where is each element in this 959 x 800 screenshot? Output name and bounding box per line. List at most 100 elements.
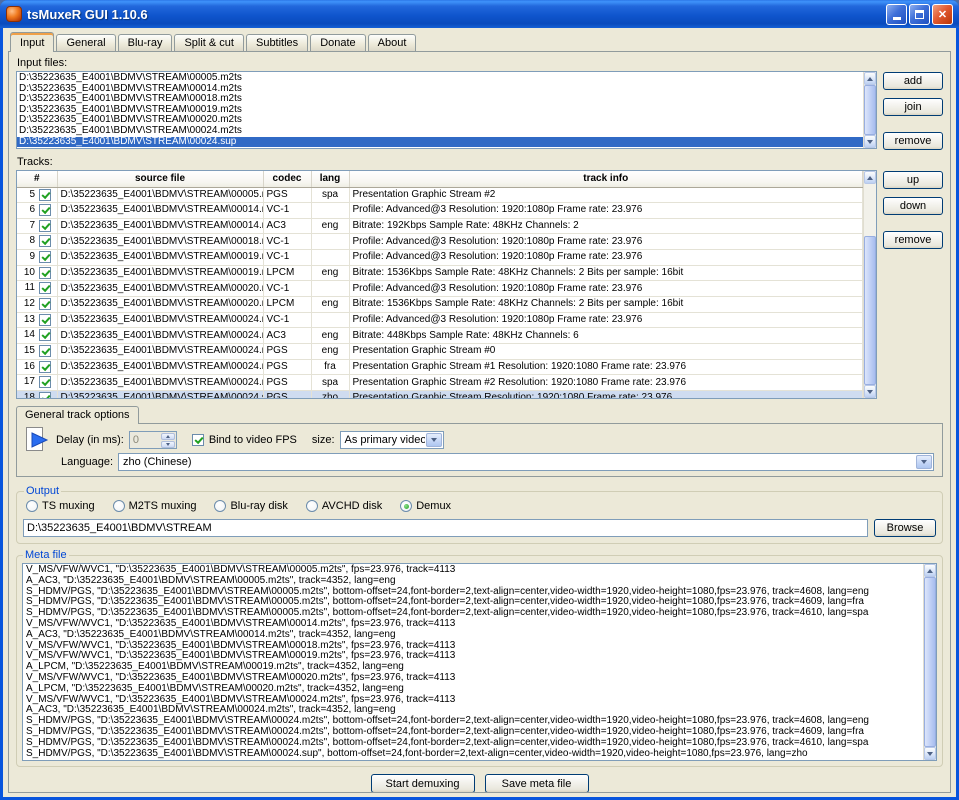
scroll-up-button[interactable]: [864, 171, 876, 184]
tracks-column-header-lang[interactable]: lang: [311, 171, 349, 187]
scrollbar-track[interactable]: [864, 184, 876, 385]
track-row[interactable]: 12D:\35223635_E4001\BDMV\STREAM\00020.m2…: [17, 296, 863, 312]
output-mode-demux[interactable]: Demux: [400, 500, 451, 512]
track-enabled-checkbox[interactable]: [39, 314, 51, 326]
track-row[interactable]: 17D:\35223635_E4001\BDMV\STREAM\00024.m2…: [17, 375, 863, 391]
combo-dropdown-button[interactable]: [916, 455, 932, 469]
track-enabled-checkbox[interactable]: [39, 282, 51, 294]
track-num-cell: 10: [17, 265, 57, 281]
scroll-down-button[interactable]: [864, 135, 876, 148]
output-path-input[interactable]: [23, 519, 868, 537]
track-down-button[interactable]: down: [883, 197, 943, 215]
scroll-up-button[interactable]: [864, 72, 876, 85]
tracks-column-header-[interactable]: #: [17, 171, 57, 187]
track-enabled-checkbox[interactable]: [39, 267, 51, 279]
meta-scrollbar[interactable]: [923, 564, 936, 760]
output-mode-blu-ray-disk[interactable]: Blu-ray disk: [214, 500, 287, 512]
input-tab-page: Input files: D:\35223635_E4001\BDMV\STRE…: [8, 51, 951, 793]
track-enabled-checkbox[interactable]: [39, 220, 51, 232]
track-enabled-checkbox[interactable]: [39, 251, 51, 263]
size-combo[interactable]: As primary video: [340, 431, 444, 449]
tracks-scrollbar[interactable]: [863, 171, 876, 398]
input-file-item[interactable]: D:\35223635_E4001\BDMV\STREAM\00020.m2ts: [17, 115, 863, 126]
language-combo[interactable]: zho (Chinese): [118, 453, 934, 471]
input-file-item[interactable]: D:\35223635_E4001\BDMV\STREAM\00019.m2ts: [17, 105, 863, 116]
chevron-down-icon: [921, 460, 927, 464]
arrow-down-icon: [166, 443, 170, 446]
output-mode-avchd-disk[interactable]: AVCHD disk: [306, 500, 382, 512]
track-row[interactable]: 13D:\35223635_E4001\BDMV\STREAM\00024.m2…: [17, 312, 863, 328]
output-mode-ts-muxing[interactable]: TS muxing: [26, 500, 95, 512]
scrollbar-thumb[interactable]: [924, 577, 936, 747]
browse-button[interactable]: Browse: [874, 519, 936, 537]
input-files-scrollbar[interactable]: [863, 72, 876, 148]
scrollbar-track[interactable]: [924, 577, 936, 747]
track-options-panel: Delay (in ms): 0 Bind to video FPS size:…: [16, 423, 943, 477]
track-row[interactable]: 5D:\35223635_E4001\BDMV\STREAM\00005.m2t…: [17, 187, 863, 203]
close-button[interactable]: ✕: [932, 4, 953, 25]
track-enabled-checkbox[interactable]: [39, 204, 51, 216]
spin-up-button[interactable]: [161, 433, 175, 440]
track-row[interactable]: 10D:\35223635_E4001\BDMV\STREAM\00019.m2…: [17, 265, 863, 281]
scrollbar-thumb[interactable]: [864, 85, 876, 135]
track-up-button[interactable]: up: [883, 171, 943, 189]
track-row[interactable]: 11D:\35223635_E4001\BDMV\STREAM\00020.m2…: [17, 281, 863, 297]
tab-input[interactable]: Input: [10, 32, 54, 52]
tracks-column-header-track-info[interactable]: track info: [349, 171, 863, 187]
start-demuxing-button[interactable]: Start demuxing: [371, 774, 475, 793]
track-row[interactable]: 7D:\35223635_E4001\BDMV\STREAM\00014.m2t…: [17, 218, 863, 234]
delay-spinner[interactable]: 0: [129, 431, 177, 449]
track-row[interactable]: 6D:\35223635_E4001\BDMV\STREAM\00014.m2t…: [17, 203, 863, 219]
track-row[interactable]: 15D:\35223635_E4001\BDMV\STREAM\00024.m2…: [17, 343, 863, 359]
tracks-column-header-codec[interactable]: codec: [263, 171, 311, 187]
input-file-item[interactable]: D:\35223635_E4001\BDMV\STREAM\00014.m2ts: [17, 84, 863, 95]
track-row[interactable]: 18D:\35223635_E4001\BDMV\STREAM\00024.su…: [17, 390, 863, 399]
spinner-buttons[interactable]: [161, 432, 176, 448]
track-enabled-checkbox[interactable]: [39, 392, 51, 399]
input-file-item[interactable]: D:\35223635_E4001\BDMV\STREAM\00024.m2ts: [17, 126, 863, 137]
input-file-item[interactable]: D:\35223635_E4001\BDMV\STREAM\00018.m2ts: [17, 94, 863, 105]
scrollbar-track[interactable]: [864, 85, 876, 135]
tab-about[interactable]: About: [368, 34, 417, 51]
track-enabled-checkbox[interactable]: [39, 298, 51, 310]
track-row[interactable]: 14D:\35223635_E4001\BDMV\STREAM\00024.m2…: [17, 328, 863, 344]
general-track-options-tab[interactable]: General track options: [16, 406, 139, 424]
input-file-item[interactable]: D:\35223635_E4001\BDMV\STREAM\00005.m2ts: [17, 73, 863, 84]
track-enabled-checkbox[interactable]: [39, 376, 51, 388]
add-button[interactable]: add: [883, 72, 943, 90]
join-button[interactable]: join: [883, 98, 943, 116]
tab-split-cut[interactable]: Split & cut: [174, 34, 244, 51]
minimize-button[interactable]: [886, 4, 907, 25]
tab-subtitles[interactable]: Subtitles: [246, 34, 308, 51]
meta-file-group: Meta file V_MS/VFW/WVC1, "D:\35223635_E4…: [16, 549, 943, 767]
track-row[interactable]: 8D:\35223635_E4001\BDMV\STREAM\00018.m2t…: [17, 234, 863, 250]
spin-down-button[interactable]: [161, 441, 175, 448]
tab-donate[interactable]: Donate: [310, 34, 365, 51]
tracks-column-header-source-file[interactable]: source file: [57, 171, 263, 187]
track-lang: spa: [311, 375, 349, 391]
scroll-down-button[interactable]: [924, 747, 936, 760]
tab-blu-ray[interactable]: Blu-ray: [118, 34, 173, 51]
track-row[interactable]: 16D:\35223635_E4001\BDMV\STREAM\00024.m2…: [17, 359, 863, 375]
combo-dropdown-button[interactable]: [426, 433, 442, 447]
scroll-down-button[interactable]: [864, 385, 876, 398]
track-row[interactable]: 9D:\35223635_E4001\BDMV\STREAM\00019.m2t…: [17, 250, 863, 266]
track-info: Bitrate: 1536Kbps Sample Rate: 48KHz Cha…: [349, 296, 863, 312]
remove-file-button[interactable]: remove: [883, 132, 943, 150]
meta-text[interactable]: V_MS/VFW/WVC1, "D:\35223635_E4001\BDMV\S…: [23, 564, 923, 760]
save-meta-file-button[interactable]: Save meta file: [485, 774, 589, 793]
bind-to-video-fps-checkbox[interactable]: [192, 434, 204, 446]
track-enabled-checkbox[interactable]: [39, 235, 51, 247]
scrollbar-thumb[interactable]: [864, 236, 876, 385]
track-enabled-checkbox[interactable]: [39, 189, 51, 201]
input-file-item[interactable]: D:\35223635_E4001\BDMV\STREAM\00024.sup: [17, 137, 863, 148]
track-enabled-checkbox[interactable]: [39, 345, 51, 357]
track-enabled-checkbox[interactable]: [39, 361, 51, 373]
track-source-file: D:\35223635_E4001\BDMV\STREAM\00018.m2ts: [57, 234, 263, 250]
scroll-up-button[interactable]: [924, 564, 936, 577]
tab-general[interactable]: General: [56, 34, 115, 51]
output-mode-m2ts-muxing[interactable]: M2TS muxing: [113, 500, 197, 512]
maximize-button[interactable]: [909, 4, 930, 25]
track-enabled-checkbox[interactable]: [39, 329, 51, 341]
remove-track-button[interactable]: remove: [883, 231, 943, 249]
